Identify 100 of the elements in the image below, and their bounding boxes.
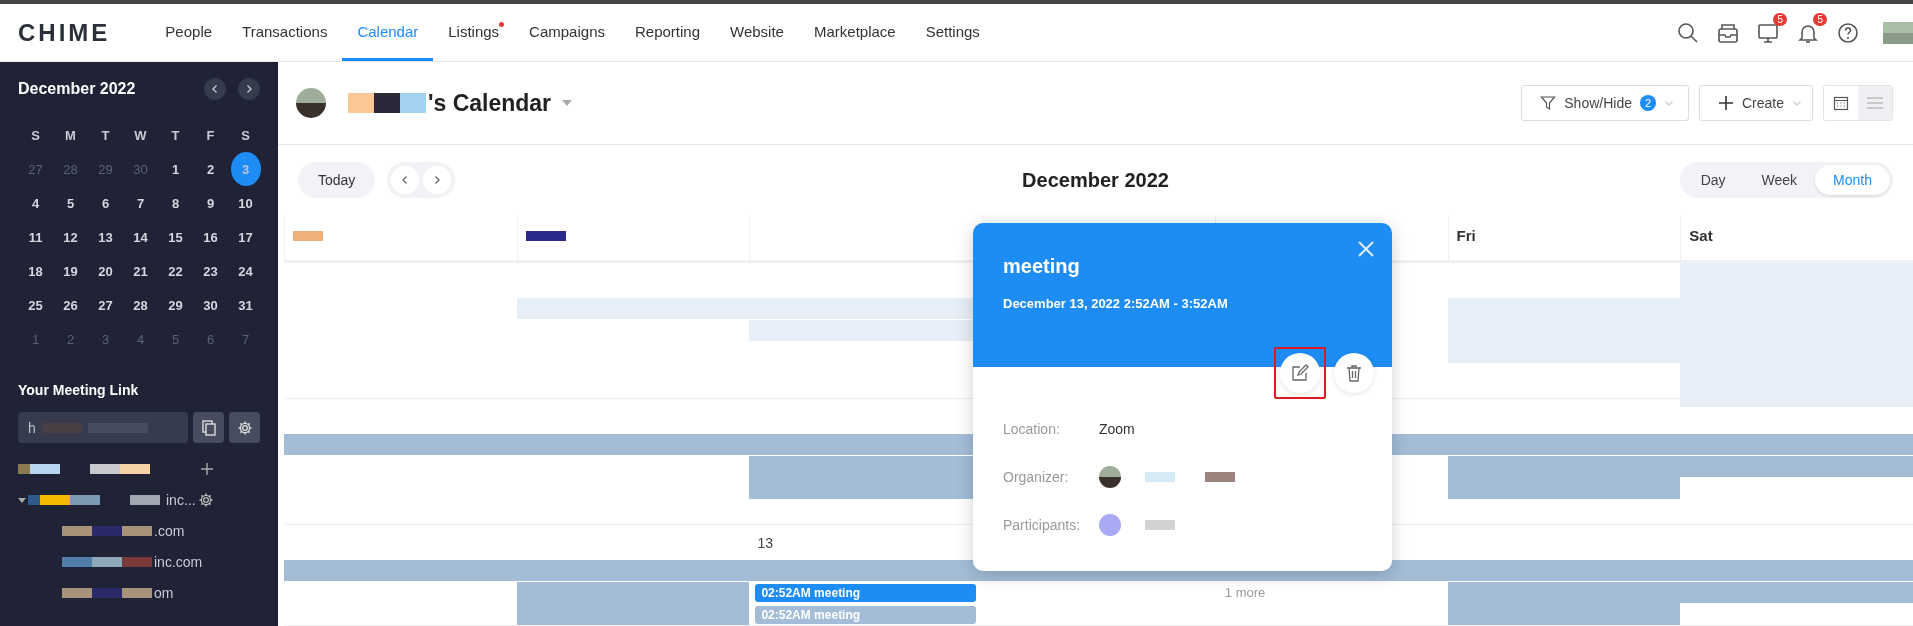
weekday-label: S [240,126,251,145]
show-hide-button[interactable]: Show/Hide 2 [1521,85,1689,121]
calendar-day[interactable]: 9 [193,186,228,220]
censor-block [62,587,92,598]
chevron-down-icon [1792,98,1802,108]
field-label: Participants: [1003,517,1082,533]
email-address[interactable]: inc.com [154,553,203,570]
filter-icon [1540,95,1557,111]
view-range-tab[interactable]: Day [1682,165,1744,195]
close-button[interactable] [1356,239,1376,259]
calendar-day[interactable]: 4 [18,186,53,220]
calendar-day[interactable]: 25 [18,288,53,322]
calendar-day[interactable]: 19 [53,254,88,288]
search-icon[interactable] [1676,20,1700,45]
censor-block [1145,472,1175,482]
calendar-day[interactable]: 27 [88,288,123,322]
calendar-icon [1833,95,1849,111]
censor-block [70,494,100,505]
weekday-label: T [170,126,181,145]
delete-button[interactable] [1334,353,1374,393]
censor-block [400,93,426,113]
weekday-label: F [205,126,216,145]
count-badge: 2 [1639,95,1656,111]
email-address[interactable]: om [154,584,174,601]
calendar-day[interactable]: 21 [123,254,158,288]
calendar-day[interactable]: 31 [228,288,263,322]
calendar-day[interactable]: 10 [228,186,263,220]
copy-icon [201,419,216,436]
gear-icon [198,491,214,508]
nav-tab[interactable]: Campaigns [514,4,620,61]
calendar-day[interactable]: 5 [53,186,88,220]
nav-tab[interactable]: People [150,4,228,61]
calendar-day[interactable]: 22 [158,254,193,288]
calendar-day[interactable]: 2 [193,152,228,186]
calendar-day[interactable]: 23 [193,254,228,288]
user-avatar[interactable] [1883,21,1913,44]
chevron-left-icon [210,84,220,94]
day-number: 13 [757,535,773,551]
censor-block [348,93,374,113]
calendar-day[interactable]: 8 [158,186,193,220]
weekday-label: W [133,126,148,145]
add-icon[interactable] [200,461,214,476]
today-button[interactable]: Today [298,162,376,198]
month-title: December 2022 [18,80,137,98]
next-button[interactable] [423,166,452,194]
censor-block [1145,520,1175,530]
calendar-day[interactable]: 29 [158,288,193,322]
calendar-day[interactable]: 6 [88,186,123,220]
edit-button[interactable] [1280,353,1320,393]
censor-block [92,587,122,598]
nav-tab[interactable]: Transactions [227,4,343,61]
close-icon [1356,239,1376,259]
censor-block [525,231,566,241]
nav-tab[interactable]: Marketplace [798,4,911,61]
calendar-day[interactable]: 7 [123,186,158,220]
censor-block [120,463,150,474]
email-address[interactable]: .com [154,522,185,539]
meeting-link-field[interactable]: h [18,412,188,443]
prev-month-button[interactable] [204,78,226,100]
help-icon[interactable] [1836,20,1860,45]
previous-button[interactable] [391,166,420,194]
nav-tab[interactable]: Website [715,4,799,61]
settings-button[interactable] [229,412,260,443]
calendar-day[interactable]: 17 [228,220,263,254]
create-button[interactable]: Create [1698,85,1813,121]
calendar-day[interactable]: 11 [18,220,53,254]
calendar-day[interactable]: 26 [53,288,88,322]
calendar-day[interactable]: 20 [88,254,123,288]
calendar-day[interactable]: 18 [18,254,53,288]
view-range-tab[interactable]: Month [1815,165,1890,195]
calendar-day[interactable]: 14 [123,220,158,254]
calendar-day[interactable]: 15 [158,220,193,254]
calendar-title: 's Calendar [428,89,552,117]
calendar-day[interactable]: 1 [158,152,193,186]
nav-tab[interactable]: Settings [910,4,995,61]
chevron-down-icon [1663,98,1674,108]
calendar-day[interactable]: 24 [228,254,263,288]
edit-icon [1291,364,1309,382]
gear-icon [236,419,253,436]
calendar-day[interactable]: 13 [88,220,123,254]
trash-icon [1346,364,1362,382]
weekday-label: S [30,126,41,145]
caret-icon[interactable] [18,495,26,504]
section-title: Your Meeting Link [18,382,140,398]
view-range-tab[interactable]: Week [1743,165,1816,195]
calendar-day[interactable]: 28 [123,288,158,322]
calendar-day[interactable]: 12 [53,220,88,254]
period-title: December 2022 [1022,168,1169,192]
next-month-button[interactable] [238,78,260,100]
copy-button[interactable] [193,412,224,443]
nav-tab[interactable]: Reporting [620,4,716,61]
account-name[interactable]: inc... [166,491,196,508]
plus-icon [1717,95,1734,111]
calendar-day[interactable]: 16 [193,220,228,254]
censor-block [92,556,122,567]
count-badge: 5 [1813,12,1827,26]
event-time: December 13, 2022 2:52AM - 3:52AM [1003,296,1229,311]
censor-block [293,231,323,241]
nav-tab[interactable]: Listings [433,4,515,61]
calendar-day[interactable]: 30 [193,288,228,322]
